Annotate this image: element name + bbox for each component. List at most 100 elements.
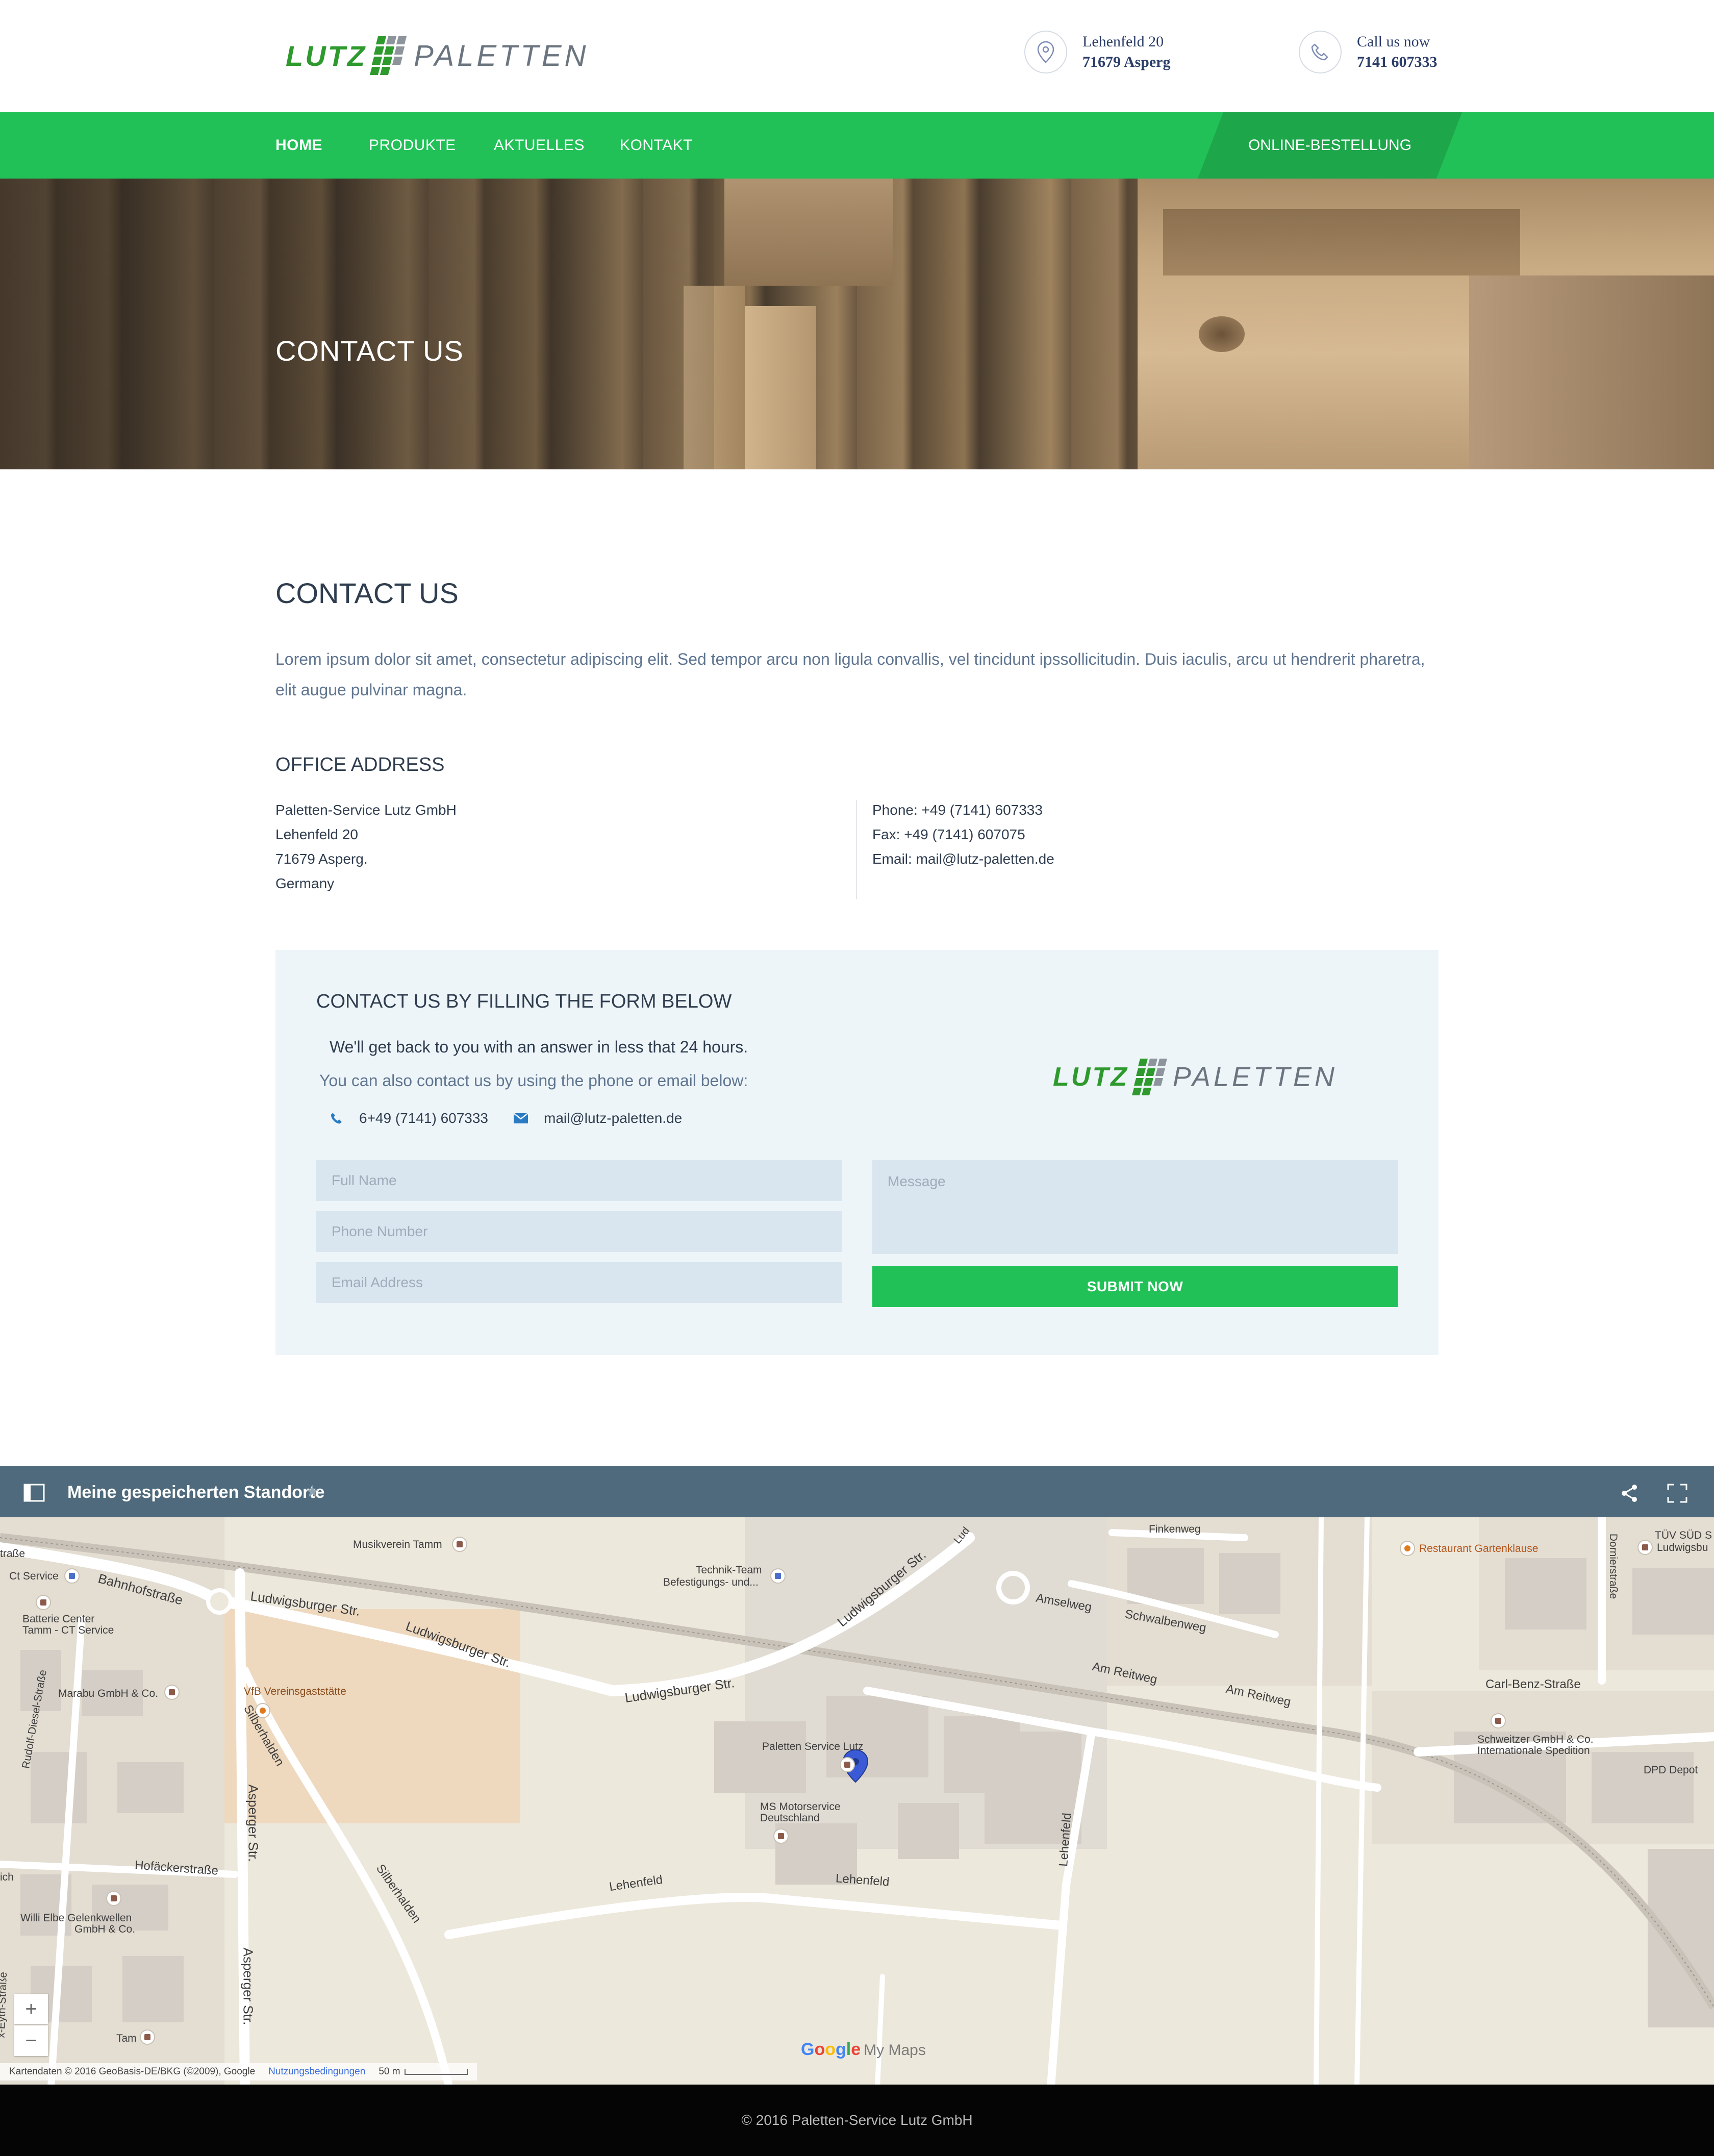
- map-label: Technik-Team: [696, 1564, 762, 1576]
- nav-item-home[interactable]: HOME: [275, 137, 322, 154]
- map-label: Ludwigsbu: [1657, 1542, 1708, 1553]
- nav-item-kontakt[interactable]: KONTAKT: [620, 137, 693, 154]
- map-label: Restaurant Gartenklause: [1419, 1543, 1539, 1555]
- logo-mark-icon: [369, 34, 411, 77]
- online-order-button[interactable]: ONLINE-BESTELLUNG: [1198, 112, 1462, 179]
- map-label: Asperger Str.: [245, 1784, 261, 1862]
- phone-number-input[interactable]: Phone Number: [316, 1211, 842, 1252]
- call-label: Call us now: [1357, 33, 1430, 50]
- map-attribution: Kartendaten © 2016 GeoBasis-DE/BKG (©200…: [0, 2063, 477, 2080]
- map-poi-icon[interactable]: [773, 1828, 789, 1844]
- form-response-note: We'll get back to you with an answer in …: [330, 1038, 748, 1056]
- map-scale: 50 m: [379, 2066, 468, 2077]
- logo-word-lutz: LUTZ: [1053, 1062, 1129, 1092]
- intro-text: Lorem ipsum dolor sit amet, consectetur …: [275, 650, 1425, 699]
- phone-icon: [331, 1113, 342, 1124]
- map-poi-icon[interactable]: [36, 1595, 51, 1610]
- address-country: Germany: [275, 875, 335, 891]
- page-title: CONTACT US: [275, 577, 459, 609]
- divider: [856, 800, 857, 899]
- map-label: Musikverein Tamm: [353, 1539, 442, 1550]
- map-label: Ct Service: [9, 1570, 59, 1582]
- form-title: CONTACT US BY FILLING THE FORM BELOW: [316, 991, 732, 1012]
- map-label: Befestigungs- und...: [663, 1576, 759, 1588]
- shop-poi-icon[interactable]: [64, 1568, 80, 1584]
- zoom-out-button[interactable]: −: [14, 2025, 48, 2056]
- map-terms-link[interactable]: Nutzungsbedingungen: [268, 2066, 365, 2077]
- map-label: ich: [0, 1871, 14, 1883]
- share-icon[interactable]: [1620, 1484, 1639, 1503]
- logo-word-lutz: LUTZ: [286, 39, 367, 72]
- address-company: Paletten-Service Lutz GmbH: [275, 802, 457, 818]
- map-label: Internationale Spedition: [1477, 1745, 1590, 1757]
- site-footer: © 2016 Paletten-Service Lutz GmbH: [0, 2085, 1714, 2156]
- map-label: Dornierstraße: [1607, 1533, 1620, 1599]
- map-poi-icon[interactable]: [1491, 1713, 1506, 1728]
- nav-item-aktuelles[interactable]: AKTUELLES: [494, 137, 585, 154]
- online-order-label: ONLINE-BESTELLUNG: [1248, 137, 1412, 154]
- map-label: Carl-Benz-Straße: [1485, 1677, 1581, 1691]
- form-logo: LUTZ PALETTEN: [1053, 1054, 1338, 1100]
- full-name-input[interactable]: Full Name: [316, 1160, 842, 1201]
- address-city: 71679 Asperg.: [275, 851, 368, 867]
- map-label: traße: [0, 1548, 26, 1560]
- google-my-maps-logo: Google My Maps: [801, 2040, 926, 2059]
- nav-item-produkte[interactable]: PRODUKTE: [369, 137, 456, 154]
- map-legend-toggle-icon[interactable]: [23, 1484, 45, 1502]
- address-line2: 71679 Asperg: [1082, 54, 1171, 70]
- site-header: LUTZ PALETTEN Lehenfeld 20 71679 Asperg: [0, 0, 1714, 112]
- form-alt-contact-note: You can also contact us by using the pho…: [319, 1071, 748, 1090]
- map-label: Willi Elbe Gelenkwellen: [20, 1912, 132, 1924]
- contact-phone[interactable]: Phone: +49 (7141) 607333: [872, 798, 1054, 822]
- zoom-in-button[interactable]: +: [14, 1994, 48, 2024]
- map-poi-icon[interactable]: [452, 1537, 467, 1552]
- location-pin-icon: [1024, 31, 1067, 73]
- map-label: Deutschland: [760, 1812, 820, 1824]
- map-label: Batterie Center: [22, 1613, 95, 1625]
- map-label: MS Motorservice: [760, 1801, 841, 1813]
- form-email[interactable]: mail@lutz-paletten.de: [513, 1110, 682, 1126]
- map-poi-icon[interactable]: [1637, 1540, 1653, 1555]
- map-label: Asperger Str.: [240, 1947, 256, 2025]
- main-nav: HOME PRODUKTE AKTUELLES KONTAKT ONLINE-B…: [0, 112, 1714, 179]
- map-label: Marabu GmbH & Co.: [58, 1688, 159, 1699]
- envelope-icon: [513, 1113, 528, 1123]
- embedded-map[interactable]: Meine gespeicherten Standorte ★ traße Ct…: [0, 1466, 1714, 2085]
- site-logo[interactable]: LUTZ PALETTEN: [286, 33, 589, 79]
- address-line1: Lehenfeld 20: [1082, 33, 1164, 50]
- map-label: Tam: [116, 2033, 137, 2044]
- map-label: TÜV SÜD S: [1655, 1530, 1712, 1541]
- map-poi-icon[interactable]: [140, 2029, 155, 2045]
- call-number[interactable]: 7141 607333: [1357, 52, 1438, 72]
- map-poi-icon[interactable]: [164, 1685, 180, 1700]
- email-address-input[interactable]: Email Address: [316, 1262, 842, 1303]
- map-attribution-text: Kartendaten © 2016 GeoBasis-DE/BKG (©200…: [9, 2066, 256, 2077]
- shop-poi-icon[interactable]: [770, 1568, 786, 1584]
- map-poi-icon[interactable]: [106, 1891, 121, 1906]
- fullscreen-icon[interactable]: [1667, 1484, 1687, 1503]
- map-label: Finkenweg: [1149, 1523, 1201, 1535]
- restaurant-poi-icon[interactable]: [1400, 1541, 1415, 1556]
- map-title: Meine gespeicherten Standorte: [67, 1483, 325, 1502]
- map-label: Paletten Service Lutz: [762, 1741, 864, 1752]
- star-icon[interactable]: ★: [305, 1482, 320, 1501]
- header-address: Lehenfeld 20 71679 Asperg: [1024, 31, 1171, 73]
- hero-banner: CONTACT US: [0, 179, 1714, 469]
- map-poi-icon[interactable]: [840, 1757, 855, 1772]
- address-street: Lehenfeld 20: [275, 826, 358, 842]
- hero-title: CONTACT US: [275, 335, 464, 367]
- header-call: Call us now 7141 607333: [1299, 31, 1438, 73]
- message-textarea[interactable]: Message: [872, 1160, 1398, 1254]
- map-toolbar: Meine gespeicherten Standorte ★: [0, 1468, 1714, 1517]
- phone-icon: [1299, 31, 1342, 73]
- contact-email[interactable]: Email: mail@lutz-paletten.de: [872, 847, 1054, 871]
- map-label: Tamm - CT Service: [22, 1624, 114, 1636]
- map-label: DPD Depot: [1644, 1764, 1698, 1776]
- copyright: © 2016 Paletten-Service Lutz GmbH: [741, 2112, 973, 2128]
- logo-mark-icon: [1131, 1057, 1170, 1097]
- scale-bar-icon: [404, 2069, 468, 2075]
- submit-button[interactable]: SUBMIT NOW: [872, 1266, 1398, 1307]
- form-phone[interactable]: 6+49 (7141) 607333: [330, 1110, 488, 1126]
- logo-word-paletten: PALETTEN: [1172, 1062, 1338, 1092]
- office-contacts: Phone: +49 (7141) 607333 Fax: +49 (7141)…: [872, 798, 1054, 871]
